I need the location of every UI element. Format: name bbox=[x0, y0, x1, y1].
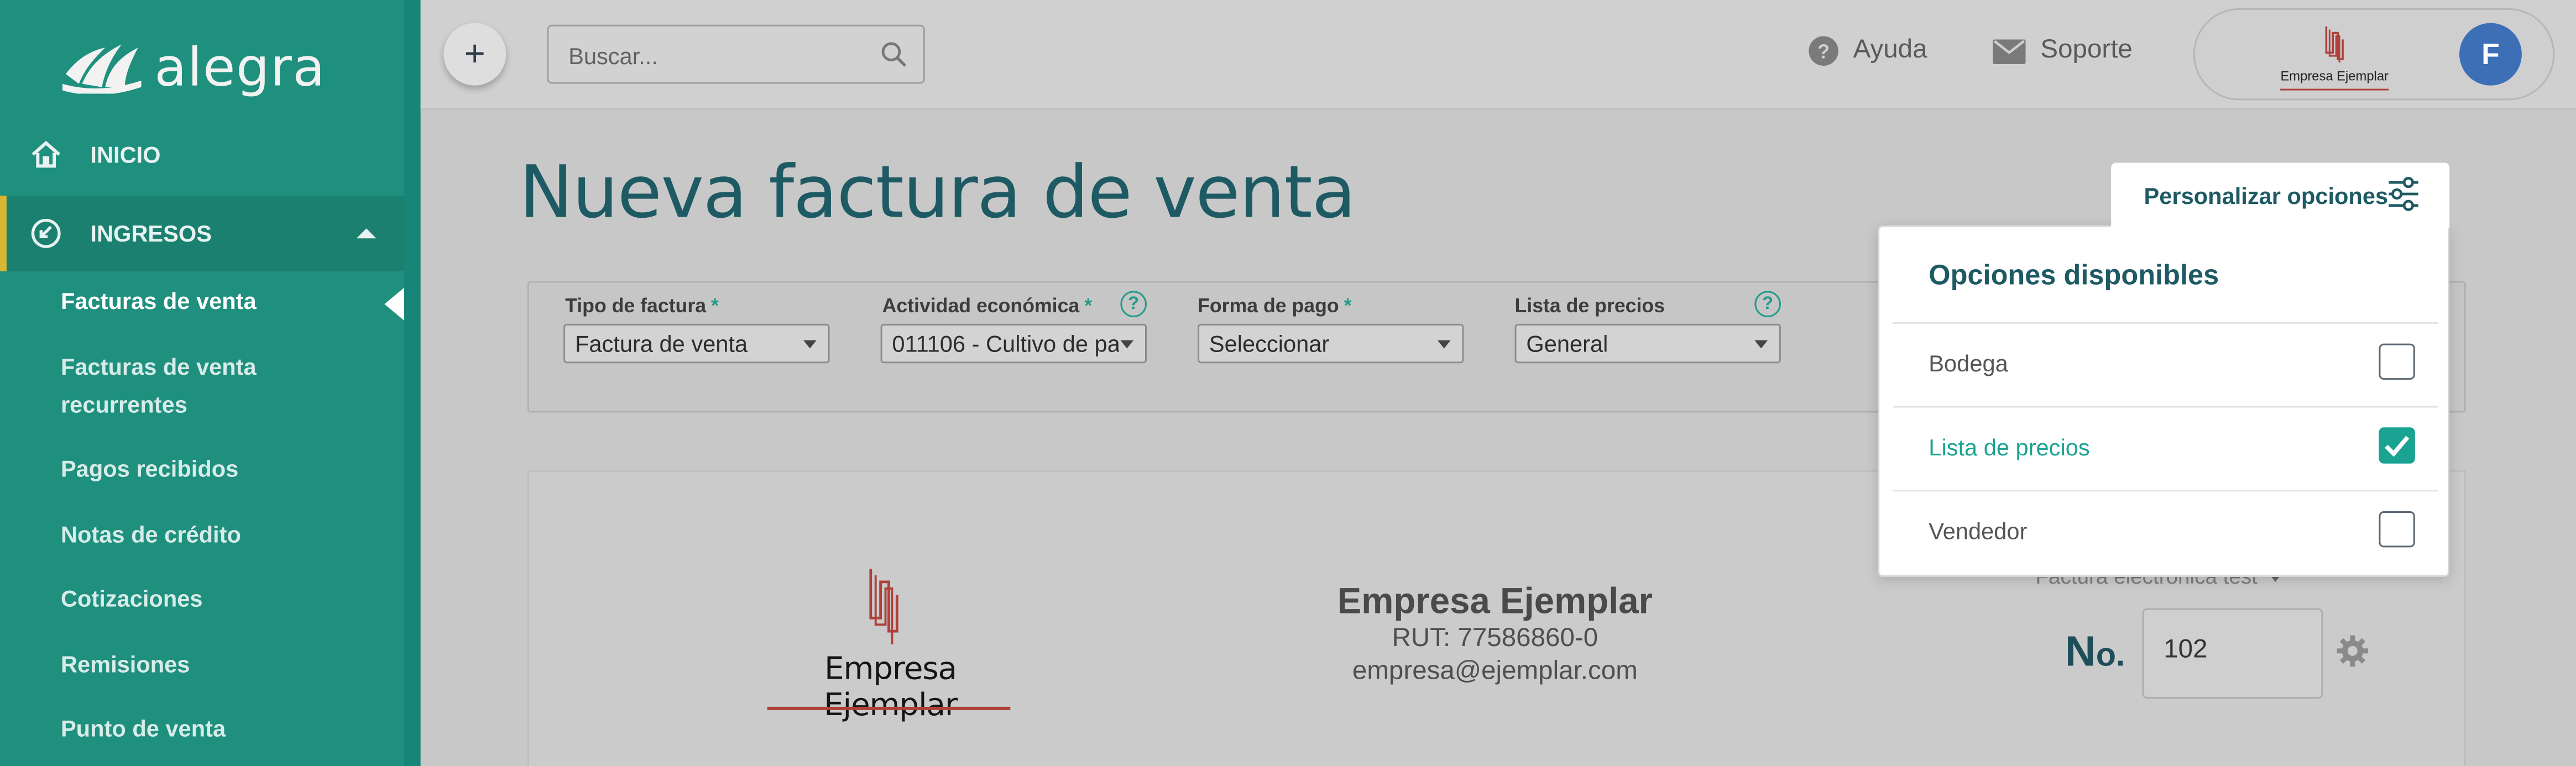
support-label: Soporte bbox=[2040, 36, 2133, 64]
actividad-field: Actividad económica * bbox=[882, 294, 1092, 317]
company-mini-logo-text: Empresa Ejemplar bbox=[2280, 69, 2389, 84]
forma-pago-label: Forma de pago bbox=[1198, 294, 1339, 318]
search-icon[interactable] bbox=[881, 41, 907, 75]
lista-precios-value: General bbox=[1526, 330, 1608, 357]
lista-precios-checkbox[interactable] bbox=[2379, 427, 2415, 464]
sidebar-item-label: INGRESOS bbox=[90, 220, 212, 247]
invoice-number-input[interactable]: 102 bbox=[2142, 608, 2323, 699]
search-input[interactable] bbox=[548, 26, 884, 86]
required-mark: * bbox=[710, 294, 719, 318]
company-name: Empresa Ejemplar bbox=[1337, 580, 1653, 622]
sidebar-subitem-punto-de-venta[interactable]: Punto de venta bbox=[61, 710, 373, 748]
vendedor-checkbox[interactable] bbox=[2379, 511, 2415, 548]
company-logo[interactable]: Empresa Ejemplar bbox=[756, 559, 1025, 723]
envelope-icon bbox=[1993, 38, 2026, 64]
sidebar-item-inicio[interactable]: INICIO bbox=[0, 117, 404, 192]
bodega-checkbox[interactable] bbox=[2379, 343, 2415, 380]
lista-precios-label: Lista de precios bbox=[1514, 294, 1665, 318]
sidebar-subitem-facturas-de-venta[interactable]: Facturas de venta bbox=[61, 283, 373, 321]
mini-logo-underline bbox=[2280, 88, 2389, 91]
customize-options-label: Personalizar opciones bbox=[2144, 182, 2389, 209]
number-label: No. bbox=[2065, 626, 2125, 677]
income-arrow-icon bbox=[28, 216, 64, 251]
support-link[interactable]: Soporte bbox=[1993, 36, 2133, 66]
available-options-panel: Opciones disponibles Bodega Lista de pre… bbox=[1878, 225, 2450, 577]
chevron-down-icon bbox=[1754, 340, 1768, 349]
home-icon bbox=[28, 137, 64, 172]
sidebar-subitem-facturas-recurrentes[interactable]: Facturas de venta recurrentes bbox=[61, 349, 373, 424]
forma-pago-select[interactable]: Seleccionar bbox=[1198, 323, 1464, 364]
search-box bbox=[547, 24, 925, 86]
tipo-factura-label: Tipo de factura bbox=[565, 294, 707, 318]
company-info: Empresa Ejemplar RUT: 77586860-0 empresa… bbox=[1248, 580, 1741, 689]
chevron-down-icon bbox=[1437, 340, 1451, 349]
page-title: Nueva factura de venta bbox=[519, 151, 1356, 235]
chevron-down-icon bbox=[1120, 340, 1134, 349]
option-row-vendedor[interactable]: Vendedor bbox=[1892, 490, 2438, 572]
actividad-select[interactable]: 011106 - Cultivo de papa bbox=[880, 323, 1147, 364]
company-logo-text: Empresa Ejemplar bbox=[823, 650, 958, 723]
option-label: Vendedor bbox=[1929, 517, 2028, 544]
tipo-factura-select[interactable]: Factura de venta bbox=[563, 323, 830, 364]
chevron-down-icon bbox=[803, 340, 817, 349]
lista-precios-field: Lista de precios bbox=[1515, 294, 1665, 317]
option-row-lista-de-precios[interactable]: Lista de precios bbox=[1892, 406, 2438, 489]
gear-icon[interactable] bbox=[2336, 634, 2369, 675]
number-label-main: N bbox=[2065, 626, 2096, 676]
avatar[interactable]: F bbox=[2459, 23, 2522, 86]
customize-options-button[interactable]: Personalizar opciones bbox=[2111, 162, 2450, 229]
forma-pago-value: Seleccionar bbox=[1209, 330, 1330, 357]
add-button[interactable]: + bbox=[443, 23, 506, 86]
company-rut: RUT: 77586860-0 bbox=[1392, 625, 1598, 653]
option-row-bodega[interactable]: Bodega bbox=[1892, 322, 2438, 405]
option-label: Bodega bbox=[1929, 350, 2008, 377]
sidebar-item-ingresos[interactable]: INGRESOS bbox=[0, 195, 404, 271]
available-options-title: Opciones disponibles bbox=[1929, 259, 2219, 291]
sidebar-subitem-pagos-recibidos[interactable]: Pagos recibidos bbox=[61, 450, 373, 488]
help-link[interactable]: ? Ayuda bbox=[1809, 36, 1927, 66]
sidebar-edge bbox=[404, 0, 421, 766]
question-circle-icon: ? bbox=[1809, 36, 1838, 66]
required-mark: * bbox=[1084, 294, 1093, 318]
active-indicator bbox=[384, 287, 404, 321]
sidebar-subitem-notas-de-credito[interactable]: Notas de crédito bbox=[61, 516, 373, 554]
help-label: Ayuda bbox=[1853, 36, 1927, 64]
actividad-label: Actividad económica bbox=[882, 294, 1080, 318]
caret-up-icon bbox=[356, 228, 377, 239]
svg-text:?: ? bbox=[1817, 41, 1830, 63]
sliders-icon bbox=[2387, 176, 2420, 217]
help-icon[interactable]: ? bbox=[1754, 291, 1781, 318]
alegra-logo-icon bbox=[62, 34, 145, 101]
lista-precios-select[interactable]: General bbox=[1514, 323, 1781, 364]
company-logo-underline bbox=[767, 706, 1011, 710]
alegra-logo-text: alegra bbox=[154, 36, 326, 99]
actividad-value: 011106 - Cultivo de papa bbox=[892, 330, 1119, 357]
sidebar-subitem-cotizaciones[interactable]: Cotizaciones bbox=[61, 580, 373, 618]
number-label-small: o. bbox=[2096, 637, 2125, 674]
company-email: empresa@ejemplar.com bbox=[1352, 657, 1638, 686]
alegra-logo[interactable]: alegra bbox=[62, 30, 326, 106]
check-icon bbox=[2385, 436, 2410, 457]
sidebar-item-label: INICIO bbox=[90, 141, 161, 168]
option-label: Lista de precios bbox=[1929, 434, 2090, 460]
help-icon[interactable]: ? bbox=[1120, 291, 1147, 318]
forma-pago-field: Forma de pago * bbox=[1198, 294, 1351, 317]
tipo-factura-field: Tipo de factura * bbox=[565, 294, 719, 317]
sidebar-subitem-remisiones[interactable]: Remisiones bbox=[61, 646, 373, 684]
company-mini-logo: Empresa Ejemplar bbox=[2277, 23, 2392, 92]
tipo-factura-value: Factura de venta bbox=[574, 330, 748, 357]
required-mark: * bbox=[1344, 294, 1352, 318]
